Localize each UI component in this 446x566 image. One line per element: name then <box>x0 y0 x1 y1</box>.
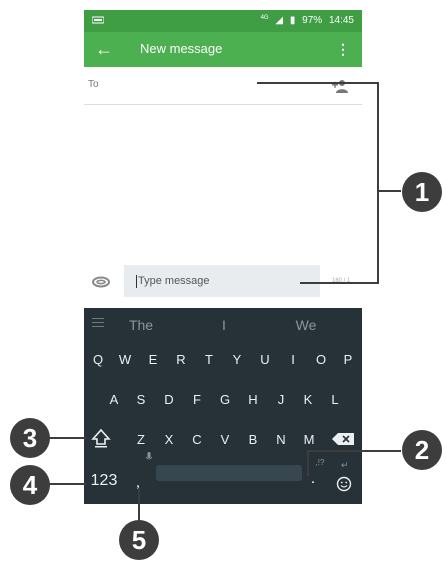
back-arrow-icon[interactable]: ← <box>95 38 113 60</box>
callout-4-marker: 4 <box>10 465 50 505</box>
key-f[interactable]: F <box>193 392 201 407</box>
notification-icon <box>92 16 104 24</box>
callout-3-marker: 3 <box>10 418 50 458</box>
callout-5-marker: 5 <box>119 520 159 560</box>
callout-1-marker: 1 <box>402 172 442 212</box>
callout-5-line <box>138 488 140 523</box>
numbers-key[interactable]: 123 <box>91 472 118 490</box>
status-bar: 4G ◢ ▮ 97% 14:45 <box>84 10 362 32</box>
callout-2-line-horizontal <box>307 450 401 452</box>
key-v[interactable]: V <box>221 432 230 447</box>
key-c[interactable]: C <box>192 432 201 447</box>
key-u[interactable]: U <box>260 352 269 367</box>
key-r[interactable]: R <box>176 352 185 367</box>
keyboard-menu-icon[interactable] <box>92 318 104 330</box>
key-a[interactable]: A <box>110 392 119 407</box>
emoji-icon[interactable] <box>336 476 352 492</box>
key-g[interactable]: G <box>220 392 230 407</box>
suggestion-1[interactable]: The <box>129 317 153 333</box>
callout-1-line-vertical <box>377 82 379 283</box>
microphone-icon <box>145 452 153 460</box>
key-i[interactable]: I <box>291 352 295 367</box>
key-x[interactable]: X <box>165 432 174 447</box>
key-y[interactable]: Y <box>233 352 242 367</box>
key-k[interactable]: K <box>304 392 313 407</box>
key-o[interactable]: O <box>316 352 326 367</box>
enter-icon: ↵ <box>341 460 349 470</box>
period-key[interactable]: . <box>311 470 315 488</box>
backspace-icon[interactable] <box>332 433 354 445</box>
key-s[interactable]: S <box>137 392 146 407</box>
callout-1-line-bottom <box>300 282 379 284</box>
suggestion-2[interactable]: I <box>222 317 226 333</box>
callout-2-marker: 2 <box>402 430 442 470</box>
attach-icon[interactable] <box>92 276 110 288</box>
clock: 14:45 <box>328 15 354 26</box>
key-l[interactable]: L <box>331 392 338 407</box>
recipient-field-label[interactable]: To <box>88 79 99 90</box>
text-cursor <box>136 275 137 288</box>
key-e[interactable]: E <box>149 352 158 367</box>
callout-1-line-stem <box>377 190 401 192</box>
key-b[interactable]: B <box>249 432 258 447</box>
key-j[interactable]: J <box>278 392 285 407</box>
key-z[interactable]: Z <box>137 432 145 447</box>
message-placeholder: Type message <box>138 275 210 287</box>
page-title: New message <box>140 41 223 56</box>
more-options-icon[interactable]: ⋮ <box>336 41 350 58</box>
punctuation-hint: ,!? <box>315 458 325 467</box>
key-d[interactable]: D <box>164 392 173 407</box>
network-label: 4G <box>260 15 269 21</box>
key-h[interactable]: H <box>248 392 257 407</box>
key-t[interactable]: T <box>205 352 213 367</box>
soft-keyboard: The I We Q W E R T Y U I O P A S D F G H… <box>84 308 362 504</box>
key-p[interactable]: P <box>344 352 353 367</box>
key-q[interactable]: Q <box>93 352 103 367</box>
shift-icon[interactable] <box>90 427 112 449</box>
recipient-field-underline <box>84 104 362 105</box>
callout-4-line <box>48 483 86 485</box>
callout-1-line-top <box>257 82 379 84</box>
key-n[interactable]: N <box>276 432 285 447</box>
battery-level: 97% <box>302 15 323 26</box>
suggestion-3[interactable]: We <box>296 317 317 333</box>
signal-icon: ◢ <box>275 15 284 26</box>
callout-3-line <box>48 437 86 439</box>
app-bar: ← New message ⋮ <box>84 32 362 67</box>
battery-icon: ▮ <box>289 15 296 26</box>
key-w[interactable]: W <box>119 352 131 367</box>
key-m[interactable]: M <box>304 432 315 447</box>
callout-2-line-vertical <box>307 450 309 476</box>
spacebar[interactable] <box>156 465 302 481</box>
